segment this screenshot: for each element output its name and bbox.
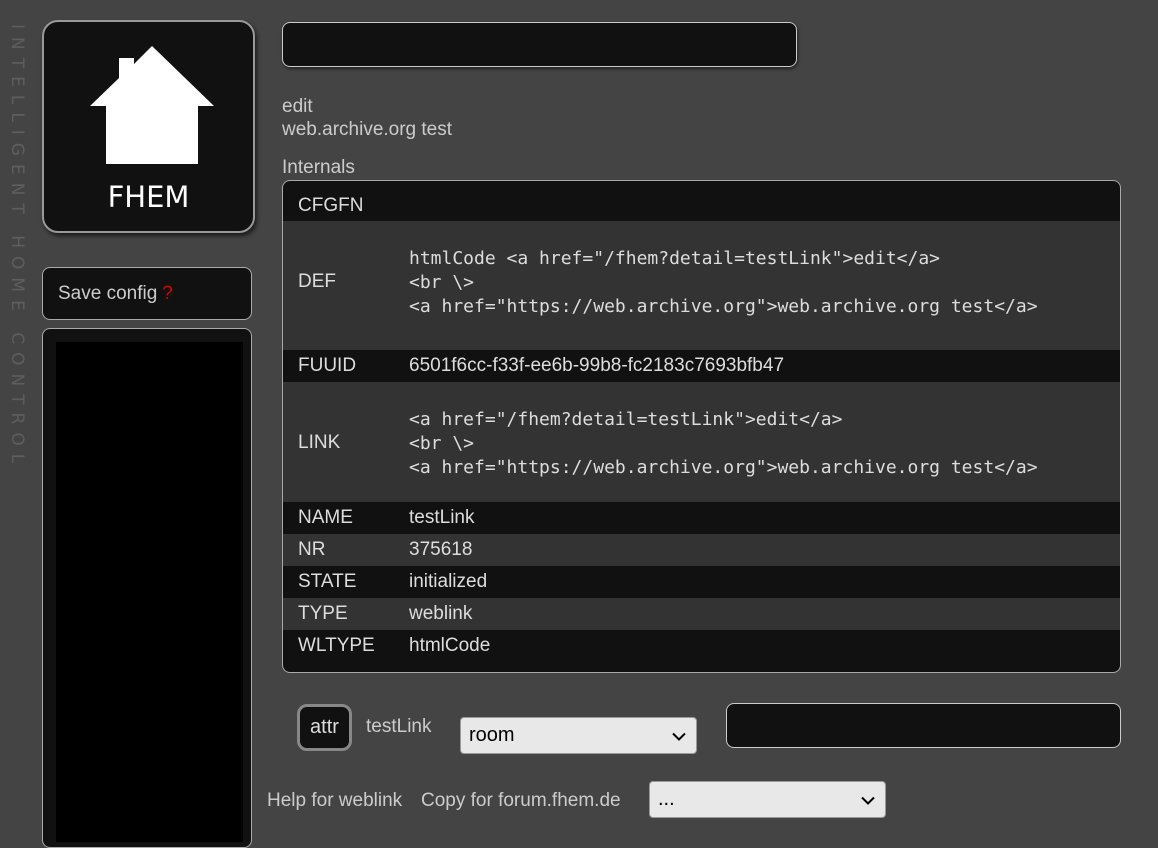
table-row: LINK <a href="/fhem?detail=testLink">edi… bbox=[283, 382, 1120, 502]
internal-key: WLTYPE bbox=[298, 635, 375, 656]
attr-button[interactable]: attr bbox=[297, 704, 352, 751]
edit-link[interactable]: edit bbox=[282, 96, 313, 118]
fhem-logo[interactable]: FHEM bbox=[42, 20, 255, 233]
internal-value: testLink bbox=[409, 507, 475, 528]
copy-for-forum-link[interactable]: Copy for forum.fhem.de bbox=[421, 790, 621, 812]
table-row: STATE initialized bbox=[283, 566, 1120, 598]
internal-key: NR bbox=[298, 539, 326, 560]
internal-key: CFGFN bbox=[298, 195, 364, 216]
internal-value: 6501f6cc-f33f-ee6b-99b8-fc2183c7693bfb47 bbox=[409, 355, 785, 376]
attr-selected-value: room bbox=[469, 724, 515, 746]
internal-key: STATE bbox=[298, 571, 357, 592]
internal-value: 375618 bbox=[409, 539, 473, 560]
internals-table: CFGFN DEF htmlCode <a href="/fhem?detail… bbox=[282, 180, 1121, 673]
help-link[interactable]: Help for weblink bbox=[267, 790, 402, 812]
logo-text: FHEM bbox=[107, 180, 190, 214]
save-config-label: Save config bbox=[58, 283, 158, 304]
internal-key: FUUID bbox=[298, 355, 357, 376]
attr-value-input[interactable] bbox=[726, 703, 1121, 748]
copy-select[interactable]: ... bbox=[649, 781, 886, 818]
internal-value: weblink bbox=[409, 603, 473, 624]
command-input[interactable] bbox=[282, 22, 797, 67]
unsaved-marker: ? bbox=[162, 283, 173, 304]
chevron-down-icon bbox=[672, 718, 686, 753]
table-row: DEF htmlCode <a href="/fhem?detail=testL… bbox=[283, 221, 1120, 350]
internal-key: NAME bbox=[298, 507, 353, 528]
room-menu-list[interactable] bbox=[56, 342, 243, 842]
table-row: NR 375618 bbox=[283, 534, 1120, 566]
side-slogan: INTELLIGENT HOME CONTROL bbox=[7, 24, 27, 472]
internal-key: DEF bbox=[298, 271, 336, 292]
internal-key: TYPE bbox=[298, 603, 348, 624]
internal-key: LINK bbox=[298, 432, 341, 453]
internals-title: Internals bbox=[282, 157, 355, 178]
room-menu bbox=[42, 328, 252, 848]
table-row: CFGFN bbox=[283, 189, 1120, 221]
table-row: WLTYPE htmlCode bbox=[283, 630, 1120, 662]
internal-value: initialized bbox=[409, 571, 488, 592]
attr-select[interactable]: room bbox=[460, 717, 697, 754]
house-icon bbox=[90, 46, 214, 164]
chevron-down-icon bbox=[861, 782, 875, 817]
save-config-panel: Save config? bbox=[42, 267, 252, 320]
web-archive-link[interactable]: web.archive.org test bbox=[282, 119, 452, 141]
copy-selected-value: ... bbox=[658, 788, 675, 810]
table-row: NAME testLink bbox=[283, 502, 1120, 534]
table-row: FUUID 6501f6cc-f33f-ee6b-99b8-fc2183c769… bbox=[283, 350, 1120, 382]
table-row: TYPE weblink bbox=[283, 598, 1120, 630]
internal-value: <a href="/fhem?detail=testLink">edit</a>… bbox=[409, 409, 1038, 478]
save-config-link[interactable]: Save config? bbox=[58, 283, 173, 305]
internal-value: htmlCode bbox=[409, 635, 491, 656]
internal-value: htmlCode <a href="/fhem?detail=testLink"… bbox=[409, 248, 1038, 317]
attr-device-name: testLink bbox=[366, 716, 432, 737]
